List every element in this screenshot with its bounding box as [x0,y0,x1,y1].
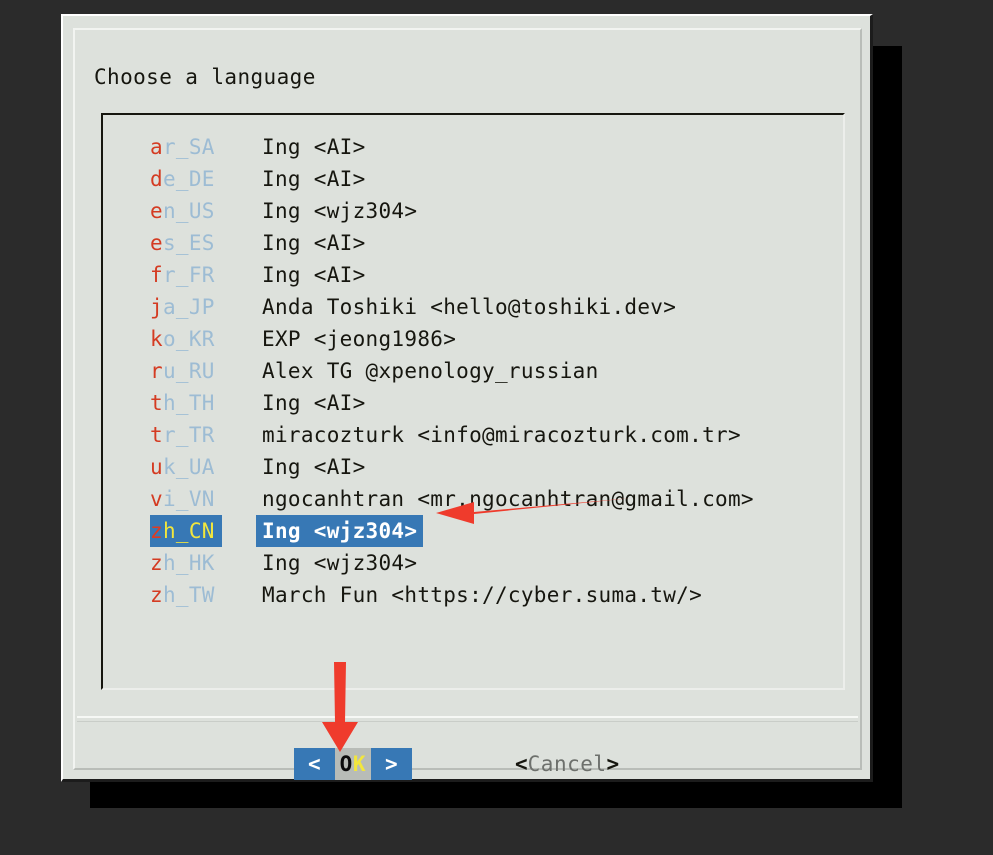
language-maintainer: Ing <AI> [262,391,366,415]
language-maintainer: miracozturk <info@miracozturk.com.tr> [262,423,741,447]
language-code: ar_SA [150,131,222,163]
cancel-left-bracket: < [515,752,528,776]
language-code-hotkey: j [150,295,163,319]
language-code-hotkey: z [150,519,163,543]
ok-button-label: OK [334,748,371,780]
language-code: es_ES [150,227,222,259]
language-code: zh_TW [150,579,222,611]
language-code-rest: o_KR [162,327,215,351]
language-row[interactable]: ar_SA Ing <AI> [103,131,843,163]
language-row[interactable]: zh_HK Ing <wjz304> [103,547,843,579]
language-maintainer: Ing <wjz304> [256,515,424,547]
language-row[interactable]: zh_CN Ing <wjz304> [103,515,843,547]
cancel-button-label: Cancel [527,752,607,776]
cancel-button[interactable]: <Cancel> [515,748,619,780]
language-code-hotkey: z [150,551,163,575]
language-code-hotkey: d [150,167,163,191]
language-code: vi_VN [150,483,222,515]
language-listbox[interactable]: ar_SA Ing <AI> de_DE Ing <AI> en_US Ing <wjz3… [101,113,845,690]
language-code-rest: e_DE [162,167,215,191]
language-row[interactable]: vi_VN ngocanhtran <mr.ngocanhtran@gmail.c… [103,483,843,515]
language-row[interactable]: de_DE Ing <AI> [103,163,843,195]
language-maintainer: Ing <wjz304> [262,199,418,223]
language-code-rest: u_RU [162,359,215,383]
language-row[interactable]: en_US Ing <wjz304> [103,195,843,227]
language-row[interactable]: th_TH Ing <AI> [103,387,843,419]
ok-button[interactable]: < OK > [294,748,412,780]
language-code-rest: r_TR [162,423,215,447]
language-row[interactable]: ko_KR EXP <jeong1986> [103,323,843,355]
language-code-hotkey: v [150,487,163,511]
language-code-rest: s_ES [162,231,215,255]
language-code: th_TH [150,387,222,419]
language-code-rest: k_UA [162,455,215,479]
language-code-hotkey: r [150,359,163,383]
language-code-rest: h_CN [162,519,215,543]
language-code-hotkey: u [150,455,163,479]
language-code-rest: n_US [162,199,215,223]
language-row[interactable]: zh_TW March Fun <https://cyber.suma.tw/> [103,579,843,611]
language-maintainer: Anda Toshiki <hello@toshiki.dev> [262,295,677,319]
language-code-rest: h_TW [162,583,215,607]
language-code: zh_HK [150,547,222,579]
ok-right-arrow-icon: > [384,752,398,776]
language-code: ru_RU [150,355,222,387]
button-bar-separator [77,716,858,722]
language-row[interactable]: ru_RU Alex TG @xpenology_russian [103,355,843,387]
language-code-hotkey: e [150,231,163,255]
language-code-rest: i_VN [162,487,215,511]
language-code-hotkey: t [150,391,163,415]
dialog-inner-frame: Choose a language ar_SA Ing <AI> de_DE Ing … [73,28,862,780]
ok-hotkey-char: O [339,752,353,776]
language-code: uk_UA [150,451,222,483]
language-dialog-window: Choose a language ar_SA Ing <AI> de_DE Ing … [61,14,873,782]
language-maintainer: March Fun <https://cyber.suma.tw/> [262,583,703,607]
language-maintainer: Ing <AI> [262,135,366,159]
language-code-hotkey: z [150,583,163,607]
ok-left-arrow-icon: < [308,752,321,776]
language-code-rest: r_FR [162,263,215,287]
language-code-hotkey: a [150,135,163,159]
language-code: ja_JP [150,291,222,323]
language-code-hotkey: t [150,423,163,447]
language-row[interactable]: uk_UA Ing <AI> [103,451,843,483]
language-code-rest: r_SA [162,135,215,159]
button-bar: < OK > <Cancel> [75,730,860,784]
language-code: en_US [150,195,222,227]
language-code-hotkey: f [150,263,163,287]
language-row[interactable]: fr_FR Ing <AI> [103,259,843,291]
language-code: de_DE [150,163,222,195]
language-code: zh_CN [150,515,222,547]
ok-label-rest: K [352,752,366,776]
language-row[interactable]: ja_JP Anda Toshiki <hello@toshiki.dev> [103,291,843,323]
page-title: Choose a language [94,65,316,89]
language-maintainer: Ing <AI> [262,231,366,255]
language-maintainer: Alex TG @xpenology_russian [262,359,599,383]
language-maintainer: Ing <AI> [262,167,366,191]
language-code-hotkey: k [150,327,163,351]
language-code: fr_FR [150,259,222,291]
language-code-rest: h_HK [162,551,215,575]
language-code: tr_TR [150,419,222,451]
language-code-hotkey: e [150,199,163,223]
language-code: ko_KR [150,323,222,355]
language-code-rest: h_TH [162,391,215,415]
cancel-right-bracket: > [606,752,620,776]
language-row[interactable]: tr_TR miracozturk <info@miracozturk.com.t… [103,419,843,451]
language-maintainer: Ing <AI> [262,263,366,287]
language-code-rest: a_JP [162,295,215,319]
language-maintainer: EXP <jeong1986> [262,327,457,351]
language-maintainer: Ing <wjz304> [262,551,418,575]
language-maintainer: ngocanhtran <mr.ngocanhtran@gmail.com> [262,487,754,511]
language-maintainer: Ing <AI> [262,455,366,479]
language-row[interactable]: es_ES Ing <AI> [103,227,843,259]
